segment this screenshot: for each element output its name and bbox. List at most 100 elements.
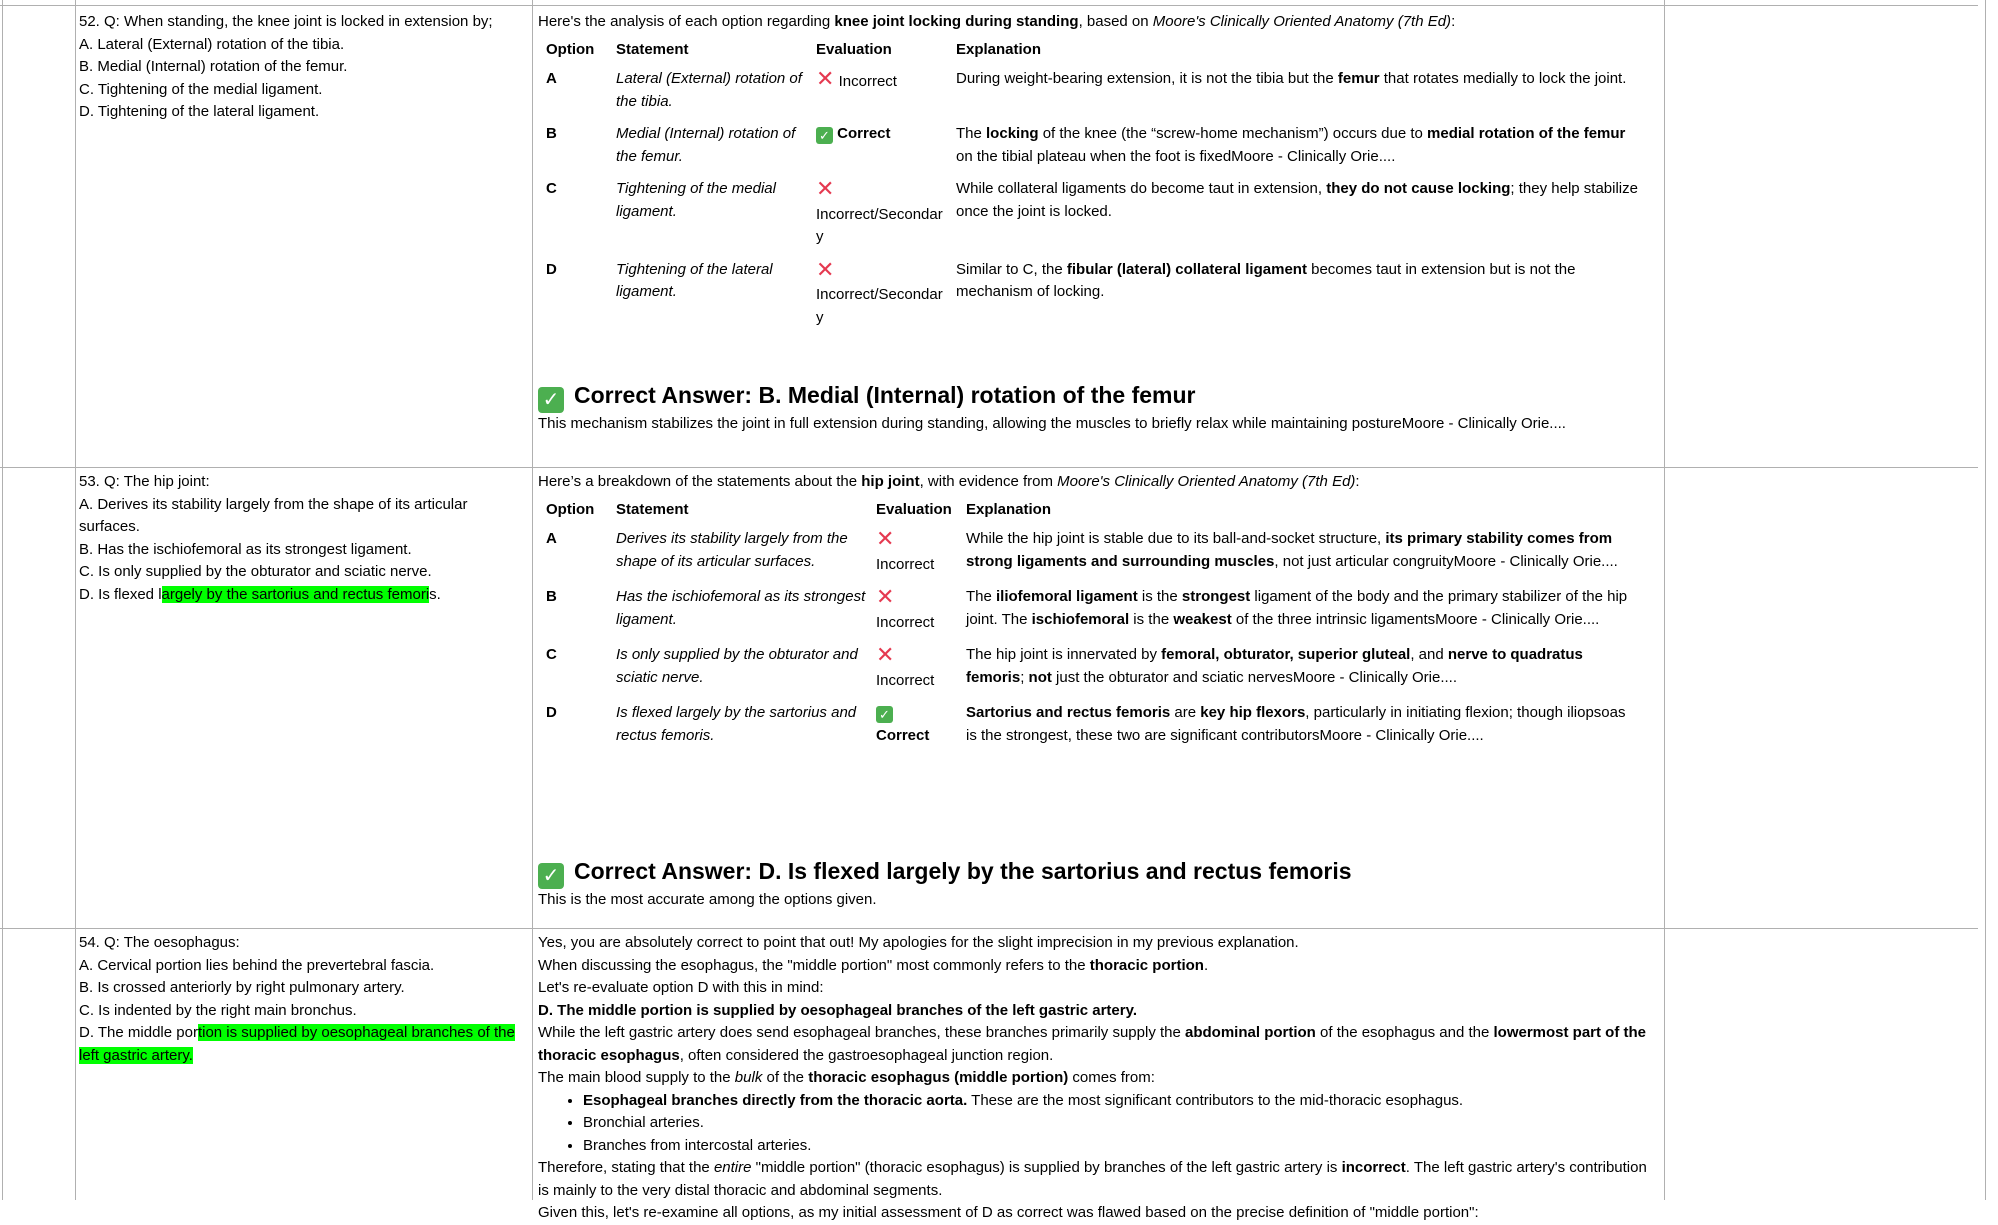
row-statement: Tightening of the medial ligament. — [616, 180, 776, 220]
check-icon: ✓ — [538, 863, 564, 889]
bullet-list: Esophageal branches directly from the th… — [538, 1090, 1660, 1158]
header-evaluation: Evaluation — [816, 40, 892, 58]
row-statement: Is flexed largely by the sartorius and r… — [616, 704, 857, 744]
row-explanation: The locking of the knee (the “screw-home… — [956, 125, 1626, 165]
cross-icon: ✕ — [876, 526, 895, 551]
table-header-row: Option Statement Evaluation Explanation — [546, 37, 1656, 64]
cross-icon: ✕ — [816, 256, 835, 282]
row-option: A — [546, 530, 557, 547]
question-cell-53[interactable]: 53. Q: The hip joint: A. Derives its sta… — [79, 471, 527, 606]
answer-cell-54[interactable]: Yes, you are absolutely correct to point… — [538, 932, 1660, 1225]
row-evaluation: ✕ Incorrect — [816, 66, 897, 91]
paragraph: Given this, let's re-examine all options… — [538, 1204, 1479, 1221]
answer-summary-53: ✓ Correct Answer: D. Is flexed largely by… — [538, 856, 1660, 912]
question-cell-52[interactable]: 52. Q: When standing, the knee joint is … — [79, 11, 527, 124]
row-explanation: The hip joint is innervated by femoral, … — [966, 646, 1583, 686]
question-text: 54. Q: The oesophagus: — [79, 934, 240, 951]
paragraph: When discussing the esophagus, the "midd… — [538, 956, 1209, 974]
option-a: A. Lateral (External) rotation of the ti… — [79, 35, 345, 53]
row-statement: Is only supplied by the obturator and sc… — [616, 646, 858, 686]
table-header-row: Option Statement Evaluation Explanation — [546, 497, 1646, 524]
row-statement: Tightening of the lateral ligament. — [616, 260, 773, 301]
option-b: B. Has the ischiofemoral as its stronges… — [79, 540, 412, 558]
option-a: A. Derives its stability largely from th… — [79, 495, 468, 536]
paragraph: Therefore, stating that the entire "midd… — [538, 1159, 1647, 1199]
option-c: C. Is indented by the right main bronchu… — [79, 1001, 357, 1019]
header-explanation: Explanation — [956, 40, 1042, 58]
list-item: Esophageal branches directly from the th… — [583, 1090, 1660, 1113]
header-option: Option — [546, 40, 595, 58]
header-explanation: Explanation — [966, 500, 1052, 518]
grid-line — [75, 0, 76, 1200]
answer-note: This is the most accurate among the opti… — [538, 891, 877, 908]
row-explanation: While the hip joint is stable due to its… — [966, 530, 1618, 570]
table-row: D Is flexed largely by the sartorius and… — [546, 697, 1646, 752]
option-d: D. Is flexed largely by the sartorius an… — [79, 585, 441, 603]
answer-cell-53[interactable]: Here’s a breakdown of the statements abo… — [538, 471, 1660, 752]
paragraph: While the left gastric artery does send … — [538, 1024, 1647, 1064]
row-evaluation: ✕ Incorrect — [876, 642, 935, 689]
options-table: Option Statement Evaluation Explanation … — [546, 37, 1656, 335]
option-d: D. Tightening of the lateral ligament. — [79, 103, 320, 120]
row-option: C — [546, 180, 557, 197]
grid-line — [1985, 0, 1986, 1200]
cross-icon: ✕ — [816, 66, 835, 91]
spreadsheet-sheet: 52. Q: When standing, the knee joint is … — [0, 0, 1998, 1221]
options-table: Option Statement Evaluation Explanation … — [546, 497, 1646, 753]
grid-line — [2, 0, 3, 1200]
row-statement: Lateral (External) rotation of the tibia… — [616, 70, 802, 110]
row-evaluation: ✕ Incorrect/Secondary — [816, 176, 943, 246]
paragraph: Yes, you are absolutely correct to point… — [538, 934, 1299, 951]
cross-icon: ✕ — [816, 176, 835, 201]
table-row: C Tightening of the medial ligament. ✕ In… — [546, 173, 1656, 254]
table-row: D Tightening of the lateral ligament. ✕ I… — [546, 254, 1656, 335]
cross-icon: ✕ — [876, 584, 895, 609]
grid-line — [0, 467, 1978, 468]
highlighted-text: argely by the sartorius and rectus femor… — [161, 585, 430, 603]
grid-line — [532, 0, 533, 1200]
cross-icon: ✕ — [876, 642, 895, 667]
header-evaluation: Evaluation — [876, 500, 952, 518]
row-explanation: The iliofemoral ligament is the stronges… — [966, 588, 1628, 628]
intro-text: Here’s a breakdown of the statements abo… — [538, 473, 1360, 490]
row-option: D — [546, 260, 557, 278]
paragraph: The main blood supply to the bulk of the… — [538, 1069, 1155, 1086]
row-explanation: While collateral ligaments do become tau… — [956, 180, 1638, 220]
paragraph: Let's re-evaluate option D with this in … — [538, 979, 824, 996]
check-icon: ✓ — [816, 127, 833, 144]
correct-answer-title: ✓ Correct Answer: B. Medial (Internal) ro… — [538, 380, 1660, 413]
row-option: C — [546, 646, 557, 663]
header-statement: Statement — [616, 40, 689, 58]
row-option: A — [546, 70, 557, 87]
question-cell-54[interactable]: 54. Q: The oesophagus: A. Cervical porti… — [79, 932, 527, 1067]
table-row: C Is only supplied by the obturator and … — [546, 639, 1646, 697]
option-c: C. Tightening of the medial ligament. — [79, 80, 323, 98]
table-row: A Lateral (External) rotation of the tib… — [546, 63, 1656, 118]
grid-line — [1664, 0, 1665, 1200]
row-option: B — [546, 588, 557, 605]
question-text: 53. Q: The hip joint: — [79, 473, 210, 490]
row-option: B — [546, 125, 557, 142]
row-evaluation: ✓ Correct — [816, 118, 956, 173]
list-item: Bronchial arteries. — [583, 1112, 1660, 1135]
question-text: 52. Q: When standing, the knee joint is … — [79, 13, 493, 30]
option-d: D. The middle portion is supplied by oes… — [79, 1024, 515, 1064]
answer-note: This mechanism stabilizes the joint in f… — [538, 415, 1566, 432]
row-option: D — [546, 704, 557, 721]
header-statement: Statement — [616, 500, 689, 518]
option-b: B. Is crossed anteriorly by right pulmon… — [79, 979, 405, 996]
option-b: B. Medial (Internal) rotation of the fem… — [79, 58, 348, 75]
grid-line — [0, 5, 1978, 6]
row-explanation: Similar to C, the fibular (lateral) coll… — [956, 260, 1576, 301]
table-row: A Derives its stability largely from the… — [546, 523, 1646, 581]
row-evaluation: ✕ Incorrect — [876, 526, 935, 573]
row-explanation: During weight-bearing extension, it is n… — [956, 70, 1627, 87]
row-evaluation: ✓ Correct — [876, 706, 930, 744]
intro-text: Here's the analysis of each option regar… — [538, 13, 1456, 30]
row-statement: Has the ischiofemoral as its strongest l… — [616, 588, 866, 628]
row-explanation: Sartorius and rectus femoris are key hip… — [966, 704, 1626, 744]
paragraph: D. The middle portion is supplied by oes… — [538, 1001, 1138, 1019]
table-row: B Has the ischiofemoral as its strongest… — [546, 581, 1646, 639]
answer-cell-52[interactable]: Here's the analysis of each option regar… — [538, 11, 1660, 334]
option-c: C. Is only supplied by the obturator and… — [79, 563, 432, 580]
